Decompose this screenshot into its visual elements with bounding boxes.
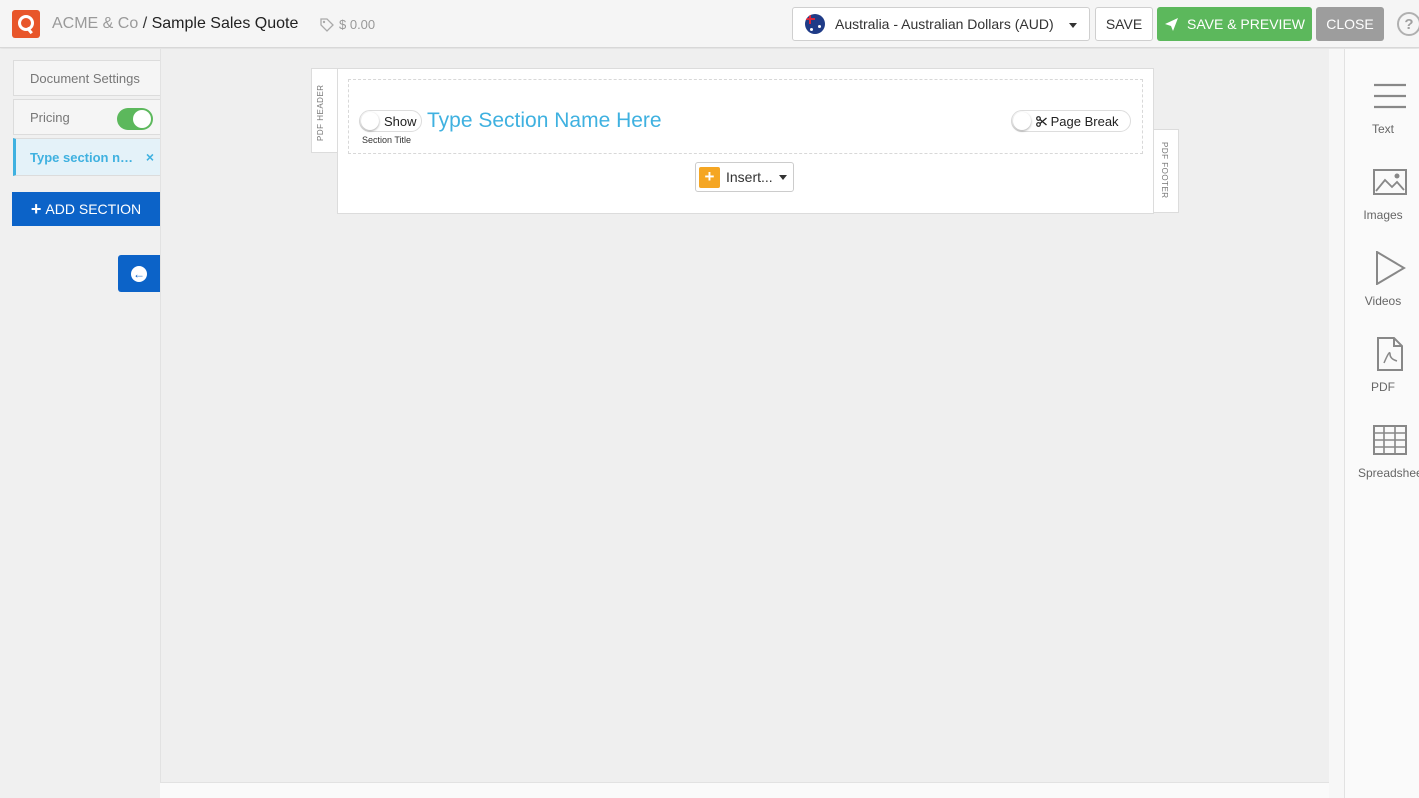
save-preview-label: SAVE & PREVIEW (1187, 16, 1305, 32)
pdf-file-icon (1377, 337, 1403, 371)
grid-icon (1373, 425, 1407, 455)
help-icon[interactable]: ? (1397, 12, 1419, 36)
tool-label: PDF (1371, 380, 1395, 394)
pdf-footer-tab[interactable]: PDF FOOTER (1153, 129, 1179, 213)
tool-spreadsheet[interactable]: Spreadsheet (1345, 405, 1419, 480)
tool-label: Images (1363, 208, 1403, 222)
chevron-down-icon (778, 174, 787, 180)
tool-text[interactable]: Text (1345, 61, 1419, 136)
document-title: Sample Sales Quote (151, 15, 299, 32)
tools-panel: Text Images Videos PDF Spreadsheet (1344, 49, 1419, 798)
tool-images[interactable]: Images (1345, 147, 1419, 222)
close-icon[interactable]: × (146, 149, 154, 165)
australia-flag-icon (805, 14, 825, 34)
left-sidebar: Document Settings Pricing Type section n… (0, 49, 160, 798)
tool-label: Videos (1364, 294, 1402, 308)
tool-label: Spreadsheet (1357, 466, 1419, 480)
close-button[interactable]: CLOSE (1316, 7, 1384, 41)
save-preview-button[interactable]: SAVE & PREVIEW (1157, 7, 1312, 41)
pricing-toggle[interactable] (117, 108, 153, 130)
pdf-header-tab[interactable]: PDF HEADER (311, 68, 338, 153)
collapse-sidebar-button[interactable]: ← (118, 255, 160, 292)
section-name-input[interactable]: Type Section Name Here (427, 109, 662, 133)
sidebar-item-label: Type section n… (30, 149, 134, 165)
pdf-footer-label: PDF FOOTER (1160, 142, 1169, 199)
add-section-button[interactable]: + ADD SECTION (12, 192, 160, 226)
price-tag: $ 0.00 (320, 17, 375, 32)
show-section-title-toggle[interactable]: Show (359, 110, 422, 132)
scissors-icon (1036, 116, 1047, 127)
currency-select[interactable]: Australia - Australian Dollars (AUD) (792, 7, 1090, 41)
chevron-down-icon (1069, 23, 1077, 28)
document-page: Show Section Title Type Section Name Her… (337, 68, 1154, 214)
pdf-header-label: PDF HEADER (316, 84, 325, 141)
canvas-footer-strip (160, 782, 1344, 798)
scroll-rail[interactable] (1329, 49, 1344, 798)
sidebar-item-pricing[interactable]: Pricing (13, 99, 160, 135)
tag-icon (320, 17, 334, 32)
section-title-caption: Section Title (362, 135, 412, 145)
add-section-label: ADD SECTION (45, 201, 142, 217)
text-lines-icon (1374, 83, 1406, 109)
plus-icon: + (30, 198, 42, 219)
insert-label: Insert... (726, 169, 773, 185)
insert-dropdown[interactable]: + Insert... (695, 162, 794, 192)
page-break-text: Page Break (1050, 114, 1119, 129)
company-name[interactable]: ACME & Co (52, 15, 138, 32)
tool-label: Text (1371, 122, 1394, 136)
tool-pdf[interactable]: PDF (1345, 319, 1419, 394)
arrow-left-icon: ← (131, 265, 147, 282)
currency-label: Australia - Australian Dollars (AUD) (835, 16, 1054, 32)
section-block: Show Section Title Type Section Name Her… (348, 79, 1143, 154)
sidebar-item-label: Pricing (30, 109, 70, 125)
image-icon (1373, 169, 1407, 195)
sidebar-item-section[interactable]: Type section n… × (13, 138, 160, 176)
app-logo-icon[interactable] (12, 10, 40, 38)
price-total: $ 0.00 (339, 17, 376, 32)
breadcrumb-separator: / (142, 15, 148, 32)
save-button[interactable]: SAVE (1095, 7, 1153, 41)
page-break-toggle[interactable]: Page Break (1011, 110, 1131, 132)
plus-icon: + (699, 166, 720, 188)
play-icon (1376, 251, 1406, 285)
page-break-label: Page Break (1036, 114, 1119, 129)
show-label: Show (384, 114, 417, 129)
sidebar-item-label: Document Settings (30, 70, 140, 86)
top-bar: ACME & Co / Sample Sales Quote $ 0.00 Au… (0, 0, 1419, 48)
tool-videos[interactable]: Videos (1345, 233, 1419, 308)
breadcrumb: ACME & Co / Sample Sales Quote (52, 15, 298, 33)
sidebar-item-document-settings[interactable]: Document Settings (13, 60, 160, 96)
paper-plane-icon (1165, 17, 1178, 31)
